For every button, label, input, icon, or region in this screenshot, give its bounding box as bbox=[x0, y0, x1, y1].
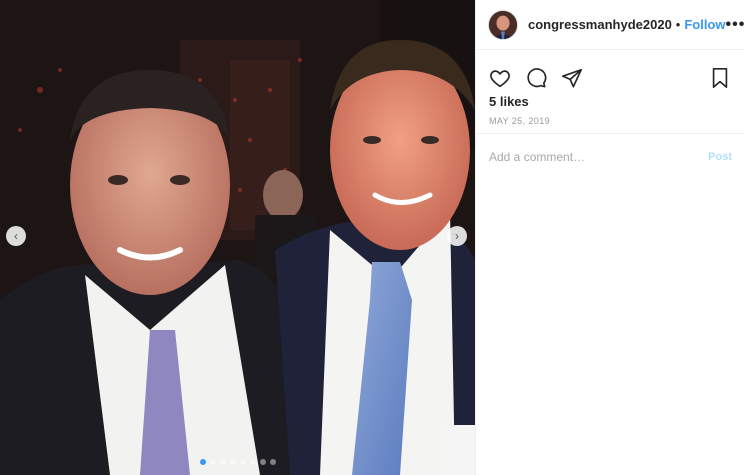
carousel-dot bbox=[229, 459, 236, 465]
post-actions bbox=[488, 64, 732, 92]
carousel-dot bbox=[209, 459, 216, 465]
post-header: congressmanhyde2020 • Follow ••• bbox=[476, 0, 744, 50]
carousel-dot bbox=[259, 459, 266, 465]
comment-icon[interactable] bbox=[524, 66, 548, 90]
chevron-left-icon: ‹ bbox=[14, 229, 18, 243]
carousel-indicator bbox=[0, 459, 475, 465]
carousel-dot bbox=[239, 459, 246, 465]
post-side-panel: congressmanhyde2020 • Follow ••• 5 likes… bbox=[475, 0, 744, 475]
carousel-dot bbox=[219, 459, 226, 465]
likes-count[interactable]: 5 likes bbox=[489, 94, 529, 109]
comment-form: Post bbox=[476, 133, 744, 179]
post-photo: ‹ › bbox=[0, 0, 475, 475]
username-link[interactable]: congressmanhyde2020 bbox=[528, 17, 672, 32]
share-icon[interactable] bbox=[560, 66, 584, 90]
heart-icon[interactable] bbox=[488, 66, 512, 90]
carousel-dot bbox=[249, 459, 256, 465]
carousel-prev-button[interactable]: ‹ bbox=[6, 226, 26, 246]
comment-input[interactable] bbox=[489, 149, 709, 164]
chevron-right-icon: › bbox=[455, 229, 459, 243]
post-date[interactable]: MAY 25, 2019 bbox=[489, 116, 550, 126]
avatar-image bbox=[489, 10, 517, 39]
carousel-next-button[interactable]: › bbox=[447, 226, 467, 246]
more-options-button[interactable]: ••• bbox=[726, 16, 744, 34]
carousel-dot bbox=[269, 459, 276, 465]
bookmark-icon[interactable] bbox=[708, 66, 732, 90]
follow-button[interactable]: Follow bbox=[684, 17, 725, 32]
photo-illustration bbox=[0, 0, 475, 475]
avatar[interactable] bbox=[488, 9, 518, 40]
post-comment-button[interactable]: Post bbox=[708, 151, 732, 163]
header-separator: • bbox=[675, 17, 681, 32]
carousel-dot bbox=[199, 459, 206, 465]
